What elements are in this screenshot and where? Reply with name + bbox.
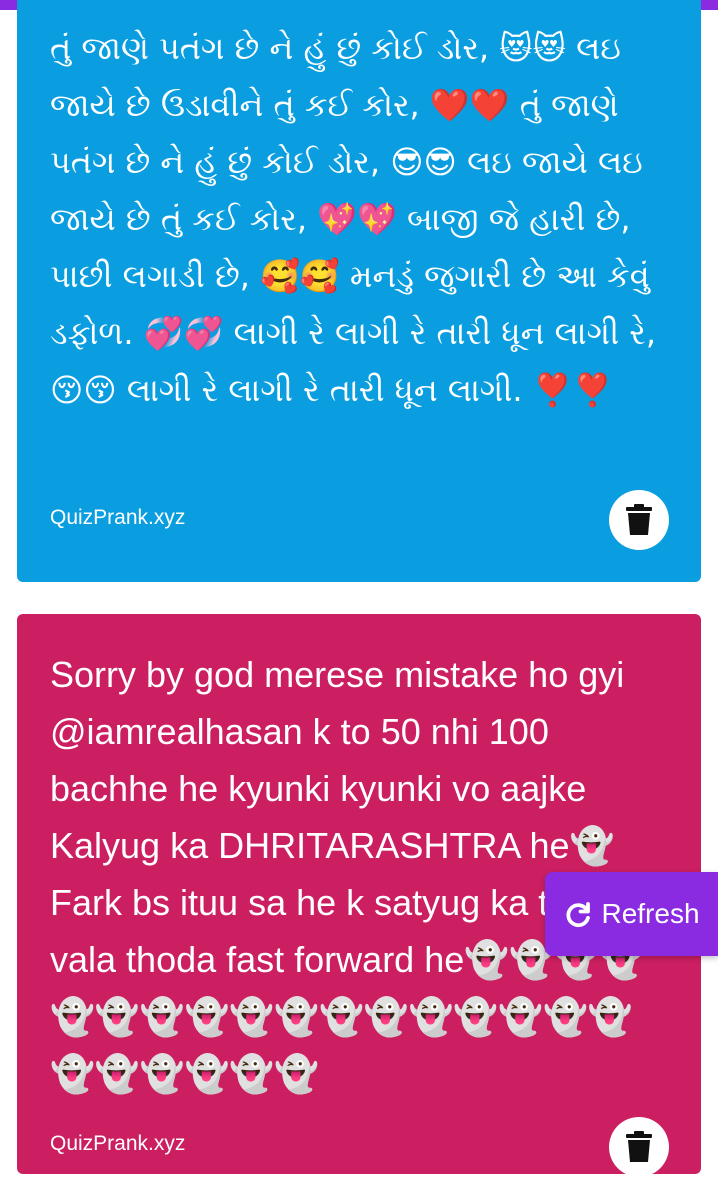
delete-button[interactable] — [609, 490, 669, 550]
refresh-label: Refresh — [601, 898, 700, 929]
trash-icon — [626, 504, 652, 535]
trash-icon — [626, 1131, 652, 1162]
site-label: QuizPrank.xyz — [50, 506, 186, 529]
delete-button[interactable] — [609, 1117, 669, 1177]
message-card: તું જાણે પતંગ છે ને હું છું કોઈ ડોર, 😻😻 … — [17, 0, 701, 582]
site-label: QuizPrank.xyz — [50, 1132, 186, 1155]
message-text: તું જાણે પતંગ છે ને હું છું કોઈ ડોર, 😻😻 … — [50, 29, 667, 409]
refresh-button[interactable]: Refresh — [545, 872, 718, 956]
redo-icon — [566, 902, 591, 928]
